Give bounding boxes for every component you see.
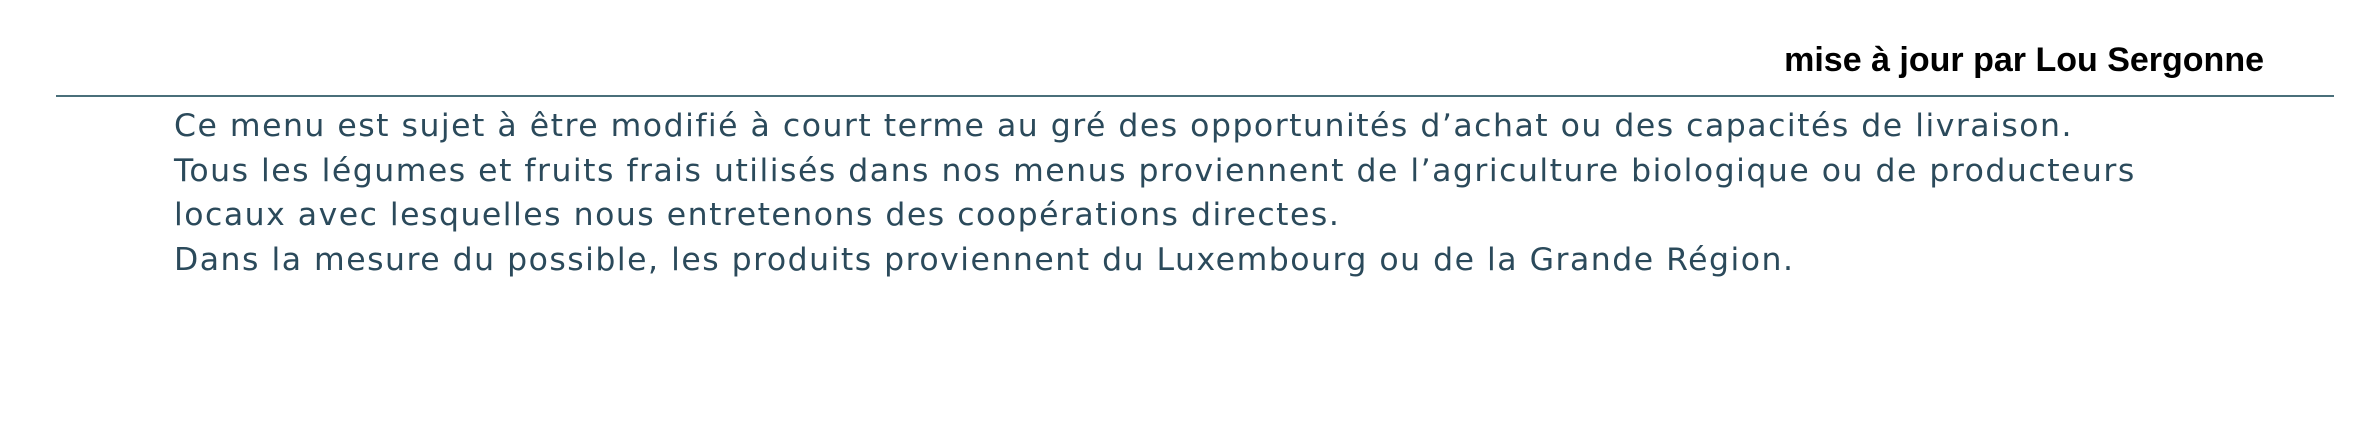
update-credit: mise à jour par Lou Sergonne [1784, 41, 2264, 79]
notes-line-2: Tous les légumes et fruits frais utilisé… [174, 152, 2136, 189]
menu-notes: Ce menu est sujet à être modifié à court… [174, 104, 2324, 282]
divider-line [56, 95, 2334, 97]
notes-line-3: locaux avec lesquelles nous entretenons … [174, 197, 1341, 233]
notes-line-1: Ce menu est sujet à être modifié à court… [174, 108, 2073, 144]
notes-line-4: Dans la mesure du possible, les produits… [174, 241, 1795, 278]
